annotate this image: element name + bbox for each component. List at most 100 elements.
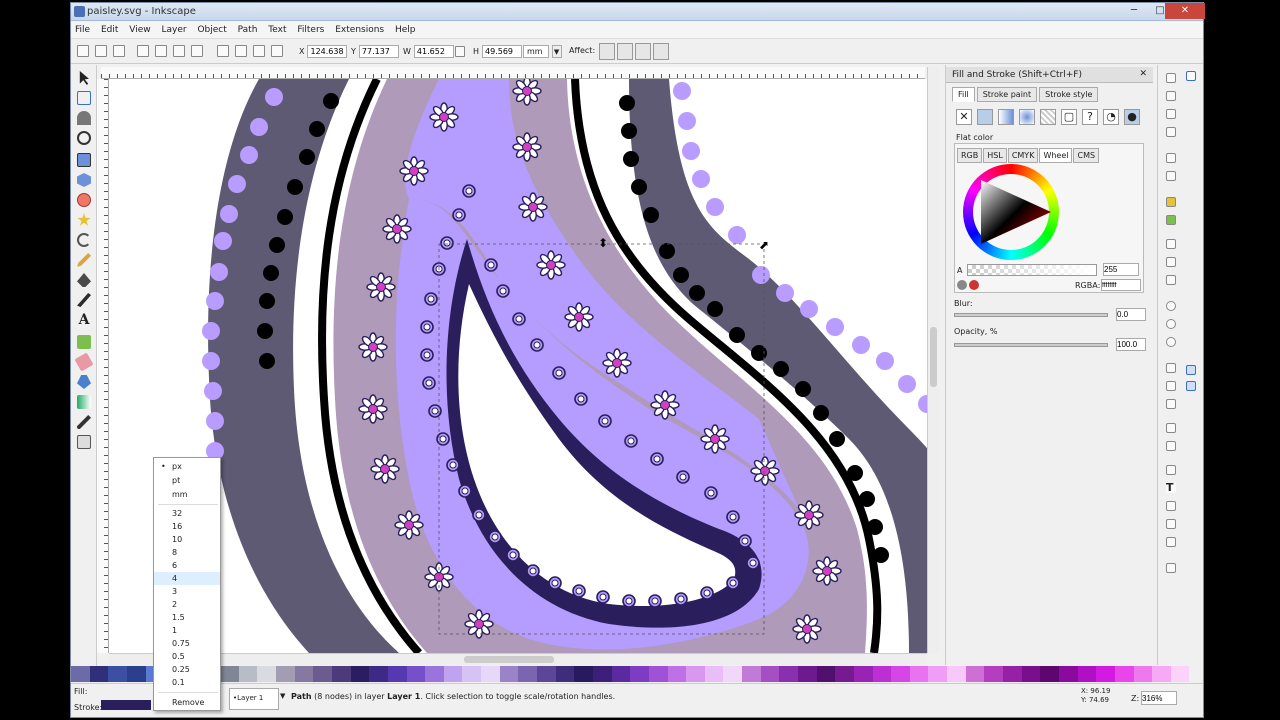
remove-stroke-option[interactable]: Remove	[154, 696, 220, 709]
affect-corners-toggle[interactable]	[617, 43, 633, 60]
menu-object[interactable]: Object	[193, 22, 230, 38]
deselect-icon[interactable]	[113, 45, 125, 57]
blur-input[interactable]	[1116, 308, 1146, 321]
snap-grid-icon[interactable]	[1186, 365, 1196, 375]
scale-handle-top[interactable]: ⬍	[598, 236, 608, 250]
menu-layer[interactable]: Layer	[157, 22, 190, 38]
3d-box-tool-icon[interactable]	[77, 173, 91, 187]
width-option[interactable]: 8	[154, 546, 220, 559]
x-input[interactable]	[307, 45, 348, 58]
color-palette[interactable]	[71, 666, 1190, 682]
y-input[interactable]	[358, 45, 399, 58]
select-all-icon[interactable]	[77, 45, 89, 57]
layer-selector[interactable]: •Layer 1	[229, 688, 279, 710]
horizontal-scrollbar[interactable]	[109, 653, 927, 665]
menu-path[interactable]: Path	[234, 22, 262, 38]
fill-stroke-icon[interactable]	[1166, 465, 1176, 475]
calligraphy-tool-icon[interactable]	[77, 293, 91, 307]
cut-icon[interactable]	[1166, 257, 1176, 267]
palette-swatch[interactable]	[742, 666, 761, 682]
zoom-page-icon[interactable]	[1166, 337, 1176, 347]
affect-patterns-toggle[interactable]	[653, 43, 669, 60]
blur-slider[interactable]	[954, 313, 1108, 317]
close-button[interactable]: ✕	[1165, 3, 1205, 19]
lower-to-bottom-icon[interactable]	[271, 45, 283, 57]
vertical-ruler[interactable]	[97, 79, 109, 653]
menu-help[interactable]: Help	[391, 22, 420, 38]
raise-to-top-icon[interactable]	[217, 45, 229, 57]
pen-tool-icon[interactable]	[77, 273, 91, 287]
palette-swatch[interactable]	[462, 666, 482, 682]
drawing-canvas[interactable]: ⬍ ⬈	[109, 79, 927, 653]
redo-icon[interactable]	[1166, 215, 1176, 225]
unlink-clone-icon[interactable]	[1166, 399, 1176, 409]
menu-file[interactable]: File	[71, 22, 94, 38]
width-option[interactable]: 0.75	[154, 637, 220, 650]
chevron-down-icon[interactable]: ▼	[280, 692, 285, 700]
palette-swatch[interactable]	[537, 666, 556, 682]
title-bar[interactable]: paisley.svg - Inkscape ─ □ ✕	[71, 3, 1205, 21]
width-option[interactable]: 10	[154, 533, 220, 546]
palette-swatch[interactable]	[965, 666, 985, 682]
undo-icon[interactable]	[1166, 197, 1176, 207]
width-option-hovered[interactable]: 4	[154, 572, 220, 585]
snap-guide-icon[interactable]	[1186, 381, 1196, 391]
rgba-input[interactable]	[1101, 279, 1141, 291]
radial-gradient-icon[interactable]	[1019, 109, 1035, 125]
menu-text[interactable]: Text	[264, 22, 290, 38]
width-option[interactable]: 6	[154, 559, 220, 572]
lower-icon[interactable]	[253, 45, 265, 57]
unit-option-pt[interactable]: pt	[154, 474, 220, 487]
unit-option-px[interactable]: • px	[154, 460, 220, 473]
zoom-selection-icon[interactable]	[1166, 301, 1176, 311]
flat-color-icon[interactable]	[977, 109, 993, 125]
width-option[interactable]: 1.5	[154, 611, 220, 624]
tab-hsl[interactable]: HSL	[983, 148, 1007, 163]
palette-swatch[interactable]	[369, 666, 388, 682]
palette-swatch[interactable]	[518, 666, 538, 682]
new-document-icon[interactable]	[1166, 73, 1176, 83]
dropper-tool-icon[interactable]	[77, 415, 91, 429]
palette-swatch[interactable]	[891, 666, 910, 682]
save-icon[interactable]	[1166, 109, 1176, 119]
palette-swatch[interactable]	[443, 666, 463, 682]
palette-swatch[interactable]	[89, 666, 109, 682]
paste-icon[interactable]	[1166, 275, 1176, 285]
select-all-layers-icon[interactable]	[95, 45, 107, 57]
tab-fill[interactable]: Fill	[952, 87, 975, 102]
width-option[interactable]: 0.5	[154, 650, 220, 663]
paisley-artwork[interactable]: ⬍ ⬈	[109, 79, 927, 653]
palette-swatch[interactable]	[481, 666, 500, 682]
stroke-swatch[interactable]	[101, 700, 151, 710]
tab-stroke-paint[interactable]: Stroke paint	[976, 87, 1038, 102]
width-option[interactable]: 32	[154, 507, 220, 520]
ellipse-tool-icon[interactable]	[77, 193, 91, 207]
alpha-slider[interactable]	[967, 264, 1097, 276]
palette-swatch[interactable]	[238, 666, 258, 682]
h-input[interactable]	[482, 45, 523, 58]
clone-icon[interactable]	[1166, 381, 1176, 391]
palette-swatch[interactable]	[387, 666, 407, 682]
gradient-tool-icon[interactable]	[77, 395, 91, 409]
affect-gradients-toggle[interactable]	[635, 43, 651, 60]
unit-select[interactable]: mm ▼	[523, 45, 562, 59]
palette-swatch[interactable]	[1114, 666, 1134, 682]
horizontal-scroll-thumb[interactable]	[464, 656, 554, 663]
opacity-input[interactable]	[1116, 338, 1146, 351]
text-tool-icon[interactable]: A	[77, 313, 91, 327]
palette-swatch[interactable]	[1040, 666, 1059, 682]
palette-swatch[interactable]	[1077, 666, 1097, 682]
palette-swatch[interactable]	[704, 666, 724, 682]
fill-rule-evenodd-icon[interactable]: ◔	[1103, 109, 1119, 125]
spray-tool-icon[interactable]	[77, 335, 91, 349]
vertical-scroll-thumb[interactable]	[930, 327, 937, 387]
linear-gradient-icon[interactable]	[998, 109, 1014, 125]
spiral-tool-icon[interactable]	[77, 233, 91, 247]
alpha-input[interactable]	[1103, 263, 1139, 276]
tweak-tool-icon[interactable]	[77, 111, 91, 125]
palette-swatch[interactable]	[816, 666, 836, 682]
group-icon[interactable]	[1166, 423, 1176, 433]
menu-view[interactable]: View	[125, 22, 154, 38]
pencil-tool-icon[interactable]	[77, 253, 91, 267]
palette-swatch[interactable]	[425, 666, 444, 682]
